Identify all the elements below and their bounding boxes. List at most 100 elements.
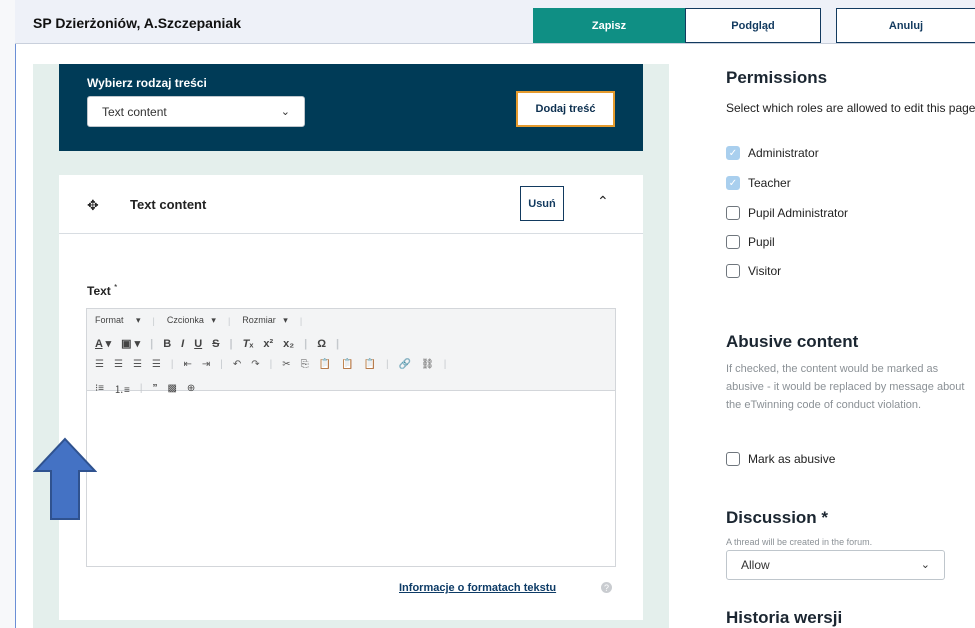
rich-text-editor: Format ▾ | Czcionka ▾ | Rozmiar ▾ | A ▾ … xyxy=(86,308,616,567)
text-content-card: ✥ Text content Usuń ⌃ Text * Format ▾ | … xyxy=(59,175,643,620)
toolbar-separator: | xyxy=(443,359,447,370)
format-label: Format xyxy=(95,315,124,325)
checkbox-checked-icon[interactable]: ✓ xyxy=(726,146,740,160)
content-type-select[interactable]: Text content ⌄ xyxy=(87,96,305,127)
toolbar-row-2: A ▾ ▣ ▾ | B I U S | Tₓ x² x₂ | Ω | xyxy=(95,337,340,351)
role-label: Teacher xyxy=(748,176,791,190)
checkbox-icon[interactable] xyxy=(726,264,740,278)
text-color-icon[interactable]: A ▾ xyxy=(95,337,111,350)
paste-text-icon[interactable]: 📋 xyxy=(341,359,353,370)
toolbar-separator: | xyxy=(229,337,233,350)
delete-button[interactable]: Usuń xyxy=(520,186,564,221)
abusive-checkbox[interactable]: Mark as abusive xyxy=(726,452,835,466)
size-label: Rozmiar xyxy=(242,315,276,325)
superscript-icon[interactable]: x² xyxy=(263,338,273,350)
bold-icon[interactable]: B xyxy=(163,338,171,350)
role-label: Pupil Administrator xyxy=(748,206,849,220)
bulleted-list-icon[interactable]: ⁝≡ xyxy=(95,383,104,394)
role-label: Administrator xyxy=(748,146,819,160)
checkbox-icon[interactable] xyxy=(726,452,740,466)
add-content-button[interactable]: Dodaj treść xyxy=(516,91,615,127)
toolbar-separator: | xyxy=(170,359,174,370)
top-bar: SP Dzierżoniów, A.Szczepaniak xyxy=(15,0,975,44)
content-type-value: Text content xyxy=(102,104,167,119)
checkbox-icon[interactable] xyxy=(726,235,740,249)
role-checkbox-pupil-administrator[interactable]: Pupil Administrator xyxy=(726,206,848,220)
toolbar-separator: | xyxy=(139,383,143,394)
unlink-icon[interactable]: ⛓ xyxy=(421,359,434,370)
version-history-heading: Historia wersji xyxy=(726,608,843,627)
justify-icon[interactable]: ☰ xyxy=(152,359,161,370)
redo-icon[interactable]: ↷ xyxy=(251,359,259,370)
link-icon[interactable]: 🔗 xyxy=(399,359,411,370)
page-title: SP Dzierżoniów, A.Szczepaniak xyxy=(33,15,241,31)
indent-icon[interactable]: ⇥ xyxy=(202,359,210,370)
chevron-down-icon: ⌄ xyxy=(920,558,930,571)
checkbox-checked-icon[interactable]: ✓ xyxy=(726,176,740,190)
chevron-down-icon: ⌄ xyxy=(280,105,290,118)
help-icon[interactable]: ? xyxy=(601,582,612,593)
move-handle-icon[interactable]: ✥ xyxy=(87,197,99,214)
font-dropdown[interactable]: Czcionka ▾ xyxy=(167,315,216,326)
save-button[interactable]: Zapisz xyxy=(533,8,685,43)
card-title: Text content xyxy=(130,197,207,212)
permissions-description: Select which roles are allowed to edit t… xyxy=(726,101,975,115)
toolbar-separator: | xyxy=(304,337,308,350)
align-center-icon[interactable]: ☰ xyxy=(114,359,123,370)
checkbox-icon[interactable] xyxy=(726,206,740,220)
preview-button[interactable]: Podgląd xyxy=(685,8,821,43)
copy-icon[interactable]: ⎘ xyxy=(301,359,309,370)
italic-icon[interactable]: I xyxy=(181,338,184,350)
toolbar-separator: | xyxy=(220,359,223,370)
toolbar-separator: | xyxy=(336,337,340,350)
special-char-icon[interactable]: Ω xyxy=(317,338,326,350)
editor-toolbar: Format ▾ | Czcionka ▾ | Rozmiar ▾ | A ▾ … xyxy=(87,309,615,396)
text-formats-link[interactable]: Informacje o formatach tekstu xyxy=(399,582,556,594)
format-dropdown[interactable]: Format ▾ xyxy=(95,315,141,326)
card-header: ✥ Text content Usuń ⌃ xyxy=(59,175,643,234)
font-label: Czcionka xyxy=(166,315,204,325)
background-color-icon[interactable]: ▣ ▾ xyxy=(121,337,140,350)
chevron-up-icon[interactable]: ⌃ xyxy=(597,193,609,210)
toolbar-separator: | xyxy=(299,315,303,326)
align-right-icon[interactable]: ☰ xyxy=(133,359,142,370)
subscript-icon[interactable]: x₂ xyxy=(283,338,294,350)
toolbar-separator: | xyxy=(150,337,154,350)
role-checkbox-visitor[interactable]: Visitor xyxy=(726,264,781,278)
toolbar-separator: | xyxy=(152,315,155,326)
text-label: Text xyxy=(87,284,111,298)
discussion-value: Allow xyxy=(741,558,770,572)
content-type-chooser: Wybierz rodzaj treści Text content ⌄ Dod… xyxy=(59,64,643,151)
undo-icon[interactable]: ↶ xyxy=(233,359,241,370)
paste-word-icon[interactable]: 📋 xyxy=(364,359,376,370)
toolbar-row-4: ⁝≡ ⒈≡ | ” ▩ ⊕ xyxy=(95,381,195,396)
up-arrow-annotation xyxy=(33,437,97,520)
paste-icon[interactable]: 📋 xyxy=(319,359,331,370)
abusive-heading: Abusive content xyxy=(726,332,859,351)
toolbar-row-1: Format ▾ | Czcionka ▾ | Rozmiar ▾ | xyxy=(95,315,302,326)
toolbar-separator: | xyxy=(269,359,273,370)
size-dropdown[interactable]: Rozmiar ▾ xyxy=(242,315,288,326)
toolbar-separator: | xyxy=(227,315,231,326)
globe-icon[interactable]: ⊕ xyxy=(187,383,195,394)
numbered-list-icon[interactable]: ⒈≡ xyxy=(114,381,130,396)
discussion-select[interactable]: Allow ⌄ xyxy=(726,550,945,580)
image-icon[interactable]: ▩ xyxy=(167,383,176,394)
strikethrough-icon[interactable]: S xyxy=(212,338,219,350)
abusive-checkbox-label: Mark as abusive xyxy=(748,452,836,466)
toolbar-row-3: ☰ ☰ ☰ ☰ | ⇤ ⇥ | ↶ ↷ | ✂ ⎘ 📋 📋 📋 | 🔗 ⛓ | xyxy=(95,359,446,370)
remove-format-icon[interactable]: Tₓ xyxy=(243,338,254,350)
align-left-icon[interactable]: ☰ xyxy=(95,359,104,370)
role-checkbox-administrator[interactable]: ✓ Administrator xyxy=(726,146,819,160)
discussion-heading: Discussion * xyxy=(726,508,829,527)
underline-icon[interactable]: U xyxy=(194,338,202,350)
role-checkbox-teacher[interactable]: ✓ Teacher xyxy=(726,176,791,190)
role-label: Visitor xyxy=(748,264,782,278)
cut-icon[interactable]: ✂ xyxy=(282,359,290,370)
blockquote-icon[interactable]: ” xyxy=(152,383,157,394)
permissions-heading: Permissions xyxy=(726,68,828,87)
text-field-label: Text * xyxy=(87,283,117,298)
cancel-button[interactable]: Anuluj xyxy=(836,8,975,43)
outdent-icon[interactable]: ⇤ xyxy=(183,359,191,370)
role-checkbox-pupil[interactable]: Pupil xyxy=(726,235,775,249)
